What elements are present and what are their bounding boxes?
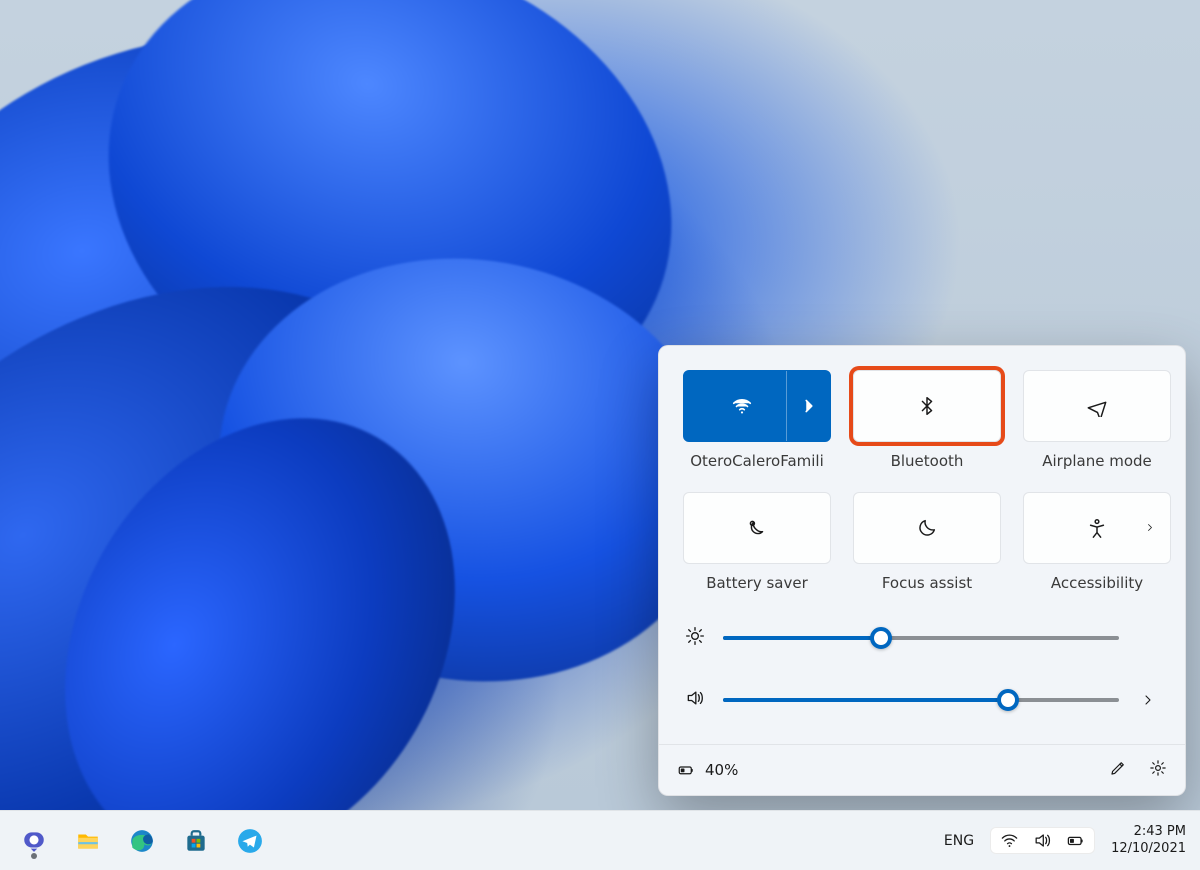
open-settings-button[interactable] xyxy=(1149,759,1167,781)
battery-saver-icon xyxy=(746,517,768,539)
brightness-slider[interactable] xyxy=(723,628,1119,648)
focus-assist-tile[interactable] xyxy=(853,492,1001,564)
wifi-icon xyxy=(731,395,753,417)
battery-icon xyxy=(1066,831,1085,850)
telegram-icon xyxy=(237,828,263,854)
wifi-label: OteroCaleroFamili xyxy=(690,452,824,470)
language-indicator[interactable]: ENG xyxy=(944,833,974,849)
volume-slider[interactable] xyxy=(723,690,1119,710)
quick-settings-panel: OteroCaleroFamili Bluetooth Airpla xyxy=(658,345,1186,796)
quick-settings-tiles: OteroCaleroFamili Bluetooth Airpla xyxy=(683,370,1161,592)
taskbar-file-explorer-button[interactable] xyxy=(68,821,108,861)
accessibility-tile[interactable] xyxy=(1023,492,1171,564)
accessibility-icon xyxy=(1086,517,1108,539)
taskbar-microsoft-store-button[interactable] xyxy=(176,821,216,861)
airplane-mode-label: Airplane mode xyxy=(1042,452,1152,470)
gear-icon xyxy=(1149,759,1167,777)
system-tray[interactable] xyxy=(990,827,1095,854)
pencil-icon xyxy=(1109,759,1127,777)
taskbar: ENG 2:43 PM 12/10/2021 xyxy=(0,810,1200,870)
wifi-expand-button[interactable] xyxy=(786,371,830,441)
wifi-tile[interactable] xyxy=(683,370,831,442)
airplane-mode-tile[interactable] xyxy=(1023,370,1171,442)
accessibility-expand-button[interactable] xyxy=(1144,519,1156,538)
bluetooth-icon xyxy=(916,395,938,417)
clock-time: 2:43 PM xyxy=(1111,824,1186,840)
edit-quick-settings-button[interactable] xyxy=(1109,759,1127,781)
airplane-icon xyxy=(1086,395,1108,417)
taskbar-clock[interactable]: 2:43 PM 12/10/2021 xyxy=(1111,824,1186,857)
focus-assist-label: Focus assist xyxy=(882,574,972,592)
file-explorer-icon xyxy=(75,828,101,854)
taskbar-edge-button[interactable] xyxy=(122,821,162,861)
wifi-icon xyxy=(1000,831,1019,850)
brightness-icon xyxy=(685,626,705,650)
volume-output-button[interactable] xyxy=(1137,692,1159,708)
battery-saver-label: Battery saver xyxy=(706,574,808,592)
taskbar-pinned-apps xyxy=(14,821,270,861)
volume-slider-row xyxy=(685,688,1159,712)
brightness-slider-row xyxy=(685,626,1159,650)
taskbar-chat-button[interactable] xyxy=(14,821,54,861)
focus-assist-icon xyxy=(916,517,938,539)
edge-icon xyxy=(129,828,155,854)
taskbar-telegram-button[interactable] xyxy=(230,821,270,861)
microsoft-store-icon xyxy=(183,828,209,854)
accessibility-label: Accessibility xyxy=(1051,574,1143,592)
quick-settings-footer: 40% xyxy=(659,744,1185,795)
battery-saver-tile[interactable] xyxy=(683,492,831,564)
battery-icon xyxy=(677,761,695,779)
clock-date: 12/10/2021 xyxy=(1111,841,1186,857)
bluetooth-tile[interactable] xyxy=(853,370,1001,442)
volume-icon xyxy=(1033,831,1052,850)
battery-status[interactable]: 40% xyxy=(677,761,738,779)
volume-icon xyxy=(685,688,705,712)
bluetooth-label: Bluetooth xyxy=(891,452,964,470)
battery-percent-label: 40% xyxy=(705,761,738,779)
chat-icon xyxy=(21,828,47,854)
